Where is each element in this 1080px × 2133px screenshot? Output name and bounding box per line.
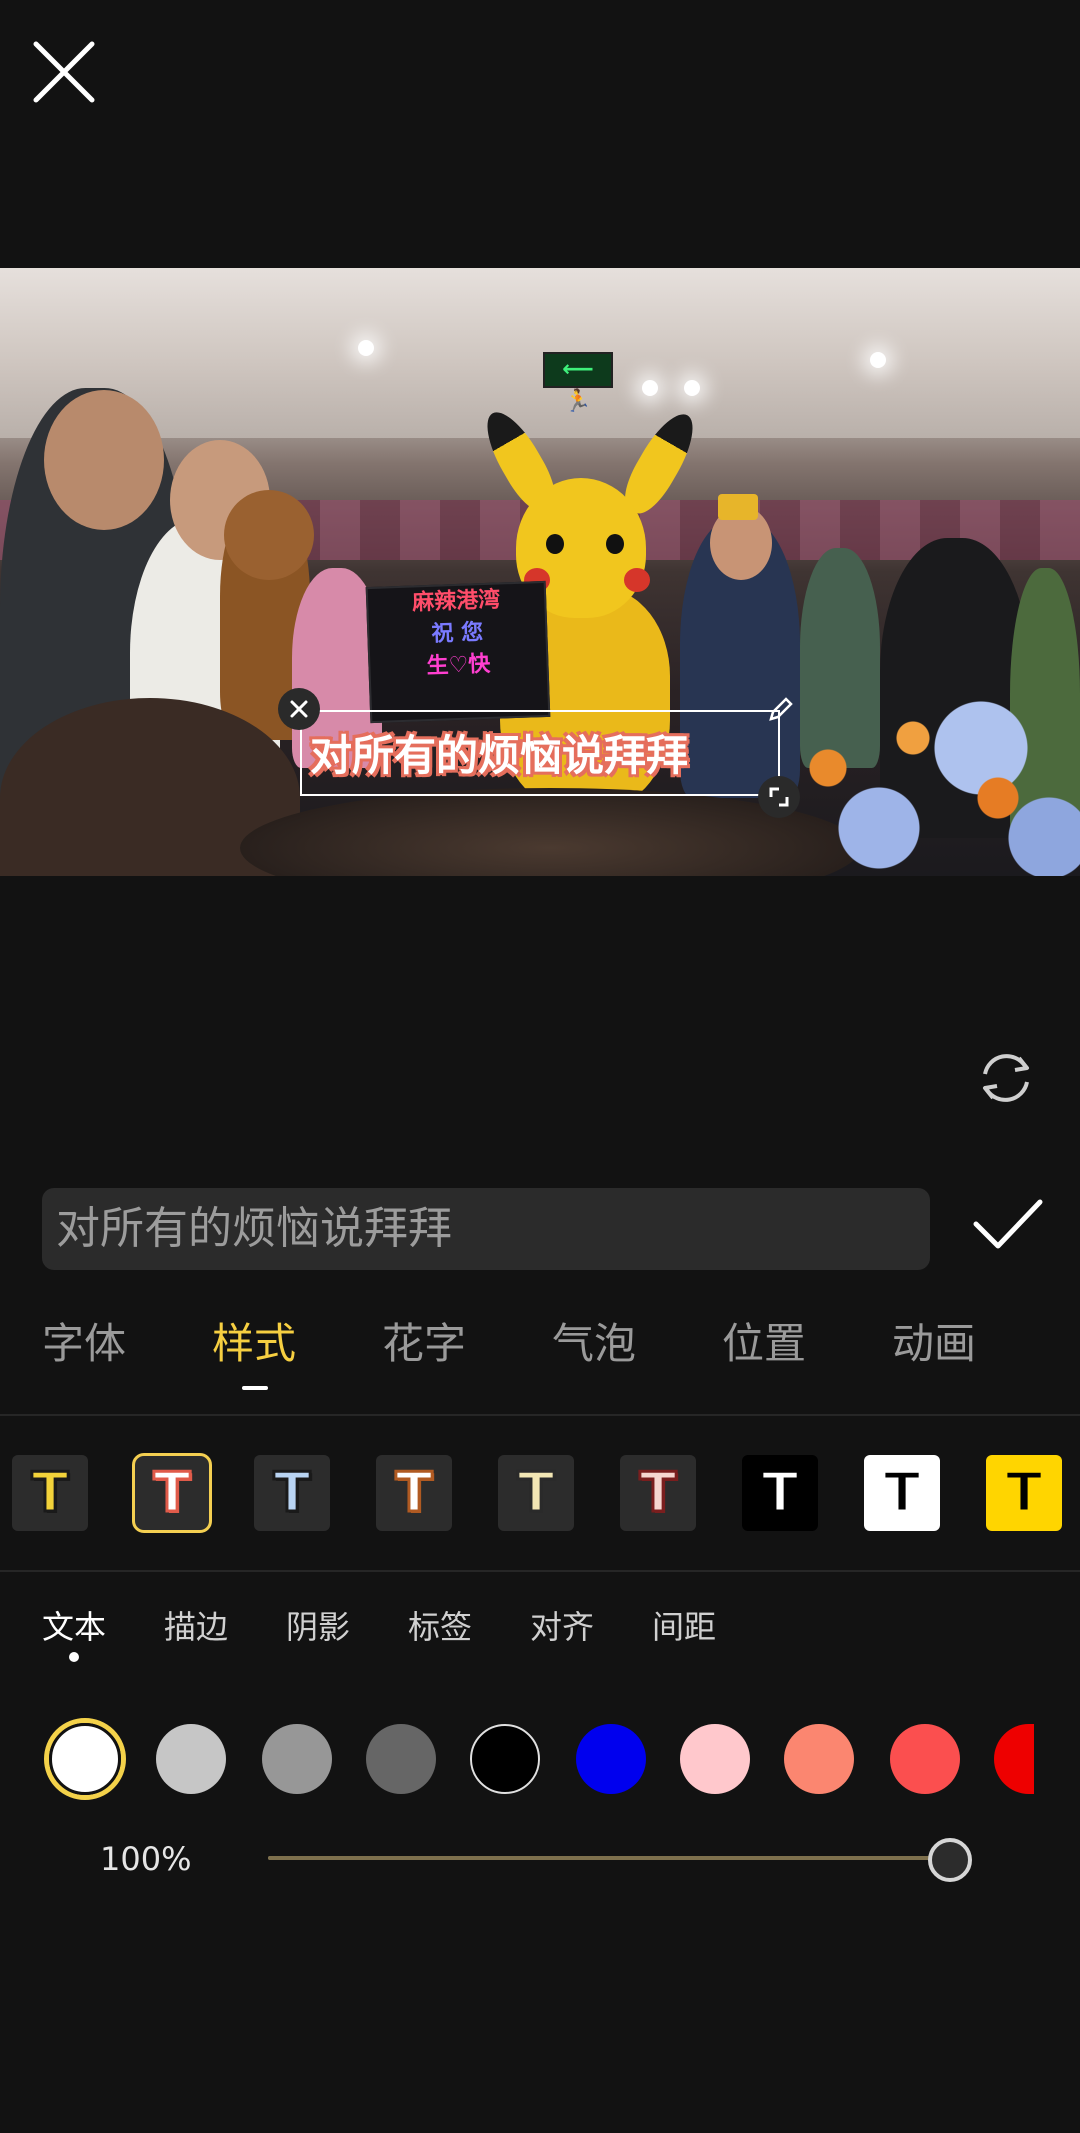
- bear-head: [224, 490, 314, 580]
- color-swatch[interactable]: [262, 1724, 332, 1794]
- opacity-slider-thumb[interactable]: [928, 1838, 972, 1882]
- tab-font[interactable]: 字体: [42, 1310, 126, 1371]
- ceiling-light: [870, 352, 886, 368]
- style-preset-glyph: T: [272, 1461, 312, 1524]
- color-swatch[interactable]: [680, 1724, 750, 1794]
- ceiling-light: [358, 340, 374, 356]
- close-icon: [290, 700, 308, 718]
- subtab-indicator: [69, 1652, 79, 1662]
- style-preset[interactable]: T: [254, 1455, 330, 1531]
- text-overlay[interactable]: 对所有的烦恼说拜拜: [310, 722, 688, 783]
- color-swatch[interactable]: [470, 1724, 540, 1794]
- ceiling-light: [684, 380, 700, 396]
- subtab-text[interactable]: 文本: [42, 1602, 106, 1648]
- opacity-slider-track[interactable]: [268, 1856, 952, 1860]
- mascot-cheek: [624, 568, 650, 592]
- style-preset[interactable]: T: [620, 1455, 696, 1531]
- pencil-icon: [769, 697, 793, 721]
- ceiling: [0, 268, 1080, 438]
- style-preset[interactable]: T: [742, 1455, 818, 1531]
- mascot-eye: [606, 534, 624, 554]
- checkmark-icon: [973, 1199, 1043, 1249]
- mascot-eye: [546, 534, 564, 554]
- exit-sign: ⟵ 🏃: [543, 352, 613, 414]
- tab-fancy-text[interactable]: 花字: [382, 1310, 466, 1371]
- tab-animation[interactable]: 动画: [892, 1310, 976, 1371]
- color-swatch[interactable]: [156, 1724, 226, 1794]
- close-icon: [33, 41, 95, 103]
- style-preset[interactable]: T: [864, 1455, 940, 1531]
- sign-line: 生♡快: [426, 651, 491, 680]
- color-swatch[interactable]: [576, 1724, 646, 1794]
- person-head: [44, 390, 164, 530]
- flower-arrangement: [760, 688, 1080, 876]
- style-preset-glyph: T: [882, 1461, 922, 1524]
- text-input[interactable]: 对所有的烦恼说拜拜: [42, 1188, 930, 1270]
- color-swatch[interactable]: [890, 1724, 960, 1794]
- subtab-label[interactable]: 标签: [408, 1602, 472, 1648]
- style-preset-glyph: T: [516, 1461, 556, 1524]
- tab-indicator: [242, 1386, 268, 1390]
- subtab-spacing[interactable]: 间距: [652, 1602, 716, 1648]
- color-swatch[interactable]: [994, 1724, 1034, 1794]
- refresh-icon: [983, 1054, 1029, 1102]
- color-swatch-fill: [49, 1723, 121, 1795]
- crown: [718, 494, 758, 520]
- style-preset-glyph: T: [1004, 1461, 1044, 1524]
- style-preset[interactable]: T: [986, 1455, 1062, 1531]
- divider: [0, 1570, 1080, 1572]
- overlay-edit-button[interactable]: [766, 694, 796, 724]
- style-preset-glyph: T: [152, 1461, 192, 1524]
- subtab-shadow[interactable]: 阴影: [286, 1602, 350, 1648]
- subtab-align[interactable]: 对齐: [530, 1602, 594, 1648]
- ceiling-light: [642, 380, 658, 396]
- color-swatch[interactable]: [366, 1724, 436, 1794]
- refresh-button[interactable]: [975, 1050, 1037, 1106]
- style-preset[interactable]: T: [132, 1453, 212, 1533]
- divider: [0, 1414, 1080, 1416]
- style-preset[interactable]: T: [12, 1455, 88, 1531]
- overlay-delete-button[interactable]: [278, 688, 320, 730]
- neon-sign: 麻辣港湾 祝 您 生♡快: [365, 580, 551, 724]
- style-preset-glyph: T: [30, 1461, 70, 1524]
- color-swatch[interactable]: [44, 1718, 126, 1800]
- style-preset[interactable]: T: [376, 1455, 452, 1531]
- style-preset-glyph: T: [760, 1461, 800, 1524]
- overlay-resize-handle[interactable]: [758, 776, 800, 818]
- opacity-slider-fill: [268, 1856, 952, 1860]
- close-button[interactable]: [30, 38, 98, 106]
- opacity-label: 100%: [100, 1840, 192, 1878]
- confirm-button[interactable]: [972, 1196, 1044, 1254]
- subtab-stroke[interactable]: 描边: [164, 1602, 228, 1648]
- style-preset[interactable]: T: [498, 1455, 574, 1531]
- tab-position[interactable]: 位置: [722, 1310, 806, 1371]
- tab-bar: 字体 样式 花字 气泡 位置 动画: [0, 1310, 1080, 1380]
- tab-bubble[interactable]: 气泡: [552, 1310, 636, 1371]
- style-preset-glyph: T: [394, 1461, 434, 1524]
- tab-style[interactable]: 样式: [212, 1310, 296, 1371]
- style-preset-glyph: T: [638, 1461, 678, 1524]
- color-swatch[interactable]: [784, 1724, 854, 1794]
- resize-icon: [769, 787, 789, 807]
